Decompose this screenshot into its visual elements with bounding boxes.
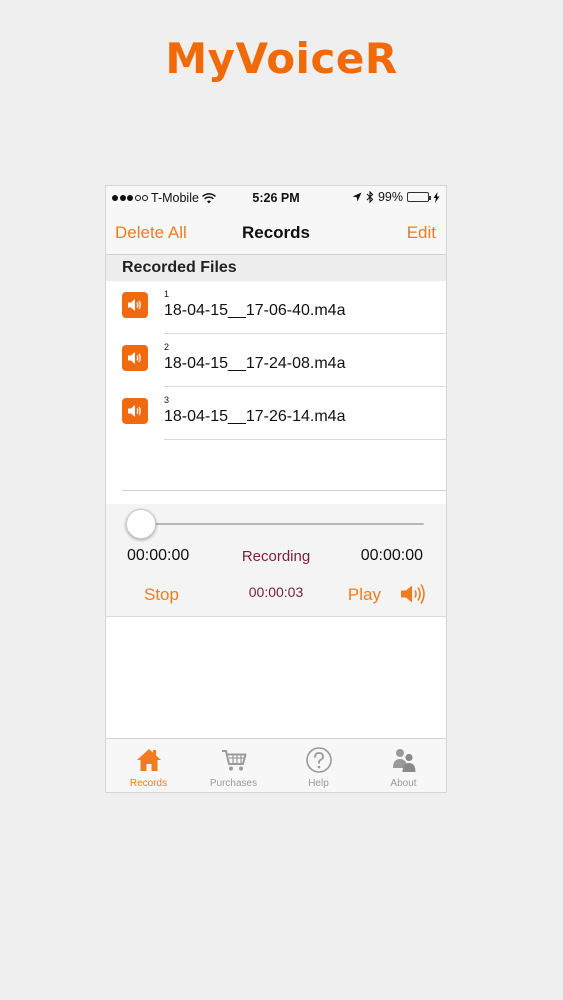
speaker-icon: [122, 345, 148, 371]
battery-percent: 99%: [377, 190, 403, 204]
speaker-icon: [122, 398, 148, 424]
current-time: 00:00:00: [127, 547, 190, 564]
item-filename: 18-04-15__17-26-14.m4a: [164, 408, 346, 425]
tab-about[interactable]: About: [361, 739, 446, 792]
item-index: 1: [164, 289, 170, 299]
cart-icon: [221, 750, 246, 771]
question-icon: [305, 747, 332, 773]
tab-purchases[interactable]: Purchases: [191, 739, 276, 792]
tab-label: Records: [129, 778, 168, 789]
edit-button[interactable]: Edit: [407, 223, 436, 243]
list-bottom-divider: [122, 490, 446, 491]
item-index: 3: [164, 395, 170, 405]
item-filename: 18-04-15__17-06-40.m4a: [164, 302, 346, 319]
volume-icon[interactable]: [399, 582, 429, 606]
play-button[interactable]: Play: [348, 585, 381, 605]
location-arrow-icon: [352, 192, 362, 202]
player-panel: 00:00:00 Recording 00:00:00 Stop 00:00:0…: [106, 504, 446, 617]
bluetooth-icon: [366, 191, 374, 203]
app-title: MyVoiceR: [165, 34, 398, 83]
battery-icon: [407, 192, 431, 202]
navigation-bar: Delete All Records Edit: [106, 210, 446, 255]
tab-records[interactable]: Records: [106, 739, 191, 792]
tab-label: Help: [308, 778, 329, 789]
speaker-icon: [122, 292, 148, 318]
slider-thumb[interactable]: [126, 509, 156, 539]
recordings-list: 1 18-04-15__17-06-40.m4a 2 18-04-15__17-…: [106, 281, 446, 504]
phone-screen: T-Mobile 5:26 PM 99% Delete All Records: [106, 186, 446, 792]
section-header: Recorded Files: [106, 255, 446, 281]
total-time: 00:00:00: [360, 547, 423, 564]
list-item[interactable]: 3 18-04-15__17-26-14.m4a: [106, 387, 446, 440]
people-icon: [392, 749, 415, 772]
tab-label: Purchases: [209, 778, 258, 789]
row-divider: [164, 439, 446, 440]
list-item[interactable]: 1 18-04-15__17-06-40.m4a: [106, 281, 446, 334]
charging-bolt-icon: [433, 191, 440, 203]
status-bar: T-Mobile 5:26 PM 99%: [106, 186, 446, 210]
item-index: 2: [164, 342, 170, 352]
list-item[interactable]: 2 18-04-15__17-24-08.m4a: [106, 334, 446, 387]
item-filename: 18-04-15__17-24-08.m4a: [164, 355, 346, 372]
progress-slider[interactable]: [142, 523, 424, 525]
tab-label: About: [390, 778, 417, 789]
house-icon: [136, 749, 161, 771]
stop-button[interactable]: Stop: [144, 585, 179, 605]
status-right: 99%: [352, 190, 440, 204]
tab-bar: Records Purchases Help About: [106, 738, 446, 792]
delete-all-button[interactable]: Delete All: [115, 223, 187, 243]
tab-help[interactable]: Help: [276, 739, 361, 792]
